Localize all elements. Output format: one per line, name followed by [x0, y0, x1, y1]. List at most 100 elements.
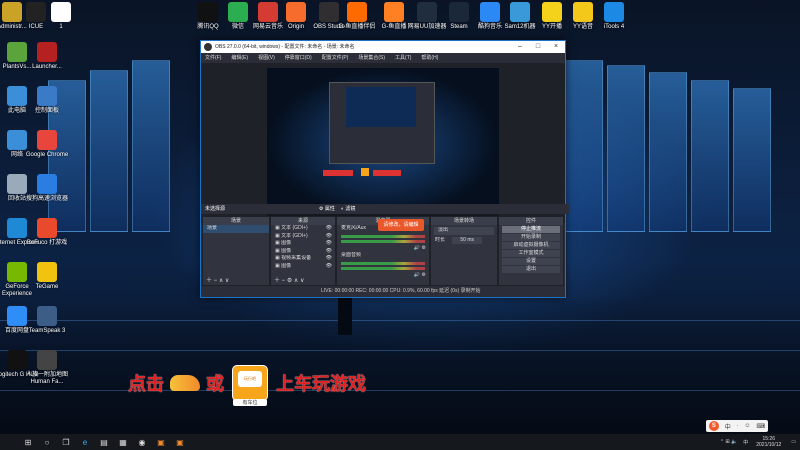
g-live-icon[interactable]: ▣: [172, 434, 188, 450]
sogou-logo-icon[interactable]: S: [708, 421, 719, 431]
source-item[interactable]: ▣ 文本 (GDI+) 👁: [271, 225, 335, 233]
taskbar: ⊞ ○ ❐ e ▤ ▦ ◉ ▣ ▣: [0, 434, 800, 450]
nested-obs-preview: [329, 82, 435, 164]
close-icon[interactable]: ×: [547, 41, 565, 53]
mixer-desktop-label: 桌面音频: [341, 252, 362, 258]
desktop-audio-controls[interactable]: 🔊 ⚙: [337, 272, 429, 280]
g-stream-icon[interactable]: ▣: [153, 434, 169, 450]
obs-title-bar[interactable]: OBS 27.0.0 (64-bit, windows) - 配置文件: 未命名…: [201, 41, 565, 53]
desktop-icon-label: BoFuco 打游戏: [26, 240, 68, 246]
sogou-ime-toolbar[interactable]: S 中 · ☺ ⌨: [706, 420, 768, 432]
scene-controls[interactable]: ＋ − ∧ ∨: [206, 275, 229, 284]
visibility-icon[interactable]: 👁: [326, 248, 332, 256]
desktop-volume-meter: [341, 261, 425, 265]
virtual-camera-button[interactable]: 启动虚拟摄像机: [502, 242, 560, 249]
scenes-header: 场景: [203, 217, 269, 225]
desktop-icon-label: 控制面板: [34, 108, 59, 114]
desktop-icon[interactable]: 控制面板: [22, 86, 72, 115]
desktop-icon[interactable]: iTools 4: [589, 2, 639, 31]
obs-icon[interactable]: ◉: [134, 434, 150, 450]
filters-button[interactable]: ◐ 滤镜: [341, 204, 355, 214]
menu-item[interactable]: 工具(T): [395, 55, 411, 61]
ime-indicator[interactable]: 中: [743, 439, 748, 446]
obs-preview-canvas[interactable]: [267, 68, 499, 218]
chrome-icon: [37, 130, 57, 150]
source-item[interactable]: ▣ 视频采集设备 👁: [271, 255, 335, 263]
maximize-icon[interactable]: □: [529, 41, 547, 53]
task-view-icon[interactable]: ❐: [58, 434, 74, 450]
menu-item[interactable]: 文件(F): [205, 55, 221, 61]
stop-streaming-button[interactable]: 停止推流: [502, 226, 560, 233]
promo-banner[interactable]: 点击 或 玩行吧 有车位 上车玩游戏: [128, 365, 366, 406]
visibility-icon[interactable]: 👁: [326, 233, 332, 241]
studio-mode-button[interactable]: 工作室模式: [502, 250, 560, 257]
notification-icon[interactable]: ▭: [791, 439, 796, 445]
teamspeak-icon: [37, 306, 57, 326]
no-source-selected: 未选择源: [205, 206, 226, 212]
exit-button[interactable]: 退出: [502, 266, 560, 273]
obs-status-bar: LIVE: 00:00:00 REC: 00:00:00 CPU: 0.9%, …: [201, 286, 565, 297]
floor-line: [0, 390, 800, 391]
menu-item[interactable]: 停靠窗口(D): [285, 55, 312, 61]
menu-item[interactable]: 帮助(H): [421, 55, 438, 61]
tray-icons[interactable]: ⌃ ⊞ 🔈: [720, 439, 737, 445]
store-icon[interactable]: ▦: [115, 434, 131, 450]
visibility-icon[interactable]: 👁: [326, 255, 332, 263]
desktop-icon[interactable]: TeamSpeak 3: [22, 306, 72, 335]
obs-preview-area: [201, 63, 565, 223]
window-pane: [132, 60, 170, 232]
desktop-icon[interactable]: BoFuco 打游戏: [22, 218, 72, 247]
emoji-icon[interactable]: ☺: [744, 423, 750, 429]
source-item[interactable]: ▣ 图像 👁: [271, 240, 335, 248]
menu-item[interactable]: 编辑(E): [231, 55, 248, 61]
source-item[interactable]: ▣ 文本 (GDI+) 👁: [271, 233, 335, 241]
search-icon[interactable]: ○: [39, 434, 55, 450]
properties-label: 属性: [324, 206, 335, 212]
duration-input[interactable]: 50 ms: [452, 236, 483, 244]
transition-duration[interactable]: 时长 50 ms: [431, 236, 497, 244]
desktop-icon[interactable]: 1: [36, 2, 86, 31]
file-icon: [51, 2, 71, 22]
sources-header: 来源: [271, 217, 335, 225]
mic-controls[interactable]: 🔊 ⚙: [337, 245, 429, 253]
edge-icon[interactable]: e: [77, 434, 93, 450]
menu-item[interactable]: 场景集合(S): [358, 55, 385, 61]
car-icon[interactable]: [170, 375, 200, 391]
properties-button[interactable]: ⚙ 属性: [319, 204, 335, 214]
source-controls[interactable]: ＋ − ⚙ ∧ ∨: [274, 275, 304, 284]
obs-logo-icon: [204, 43, 212, 51]
visibility-icon[interactable]: 👁: [326, 225, 332, 233]
mic-volume-meter: [341, 234, 425, 238]
menu-item[interactable]: 配置文件(P): [322, 55, 349, 61]
visibility-icon[interactable]: 👁: [326, 240, 332, 248]
ime-mode[interactable]: 中: [725, 422, 731, 431]
menu-item[interactable]: 视图(V): [258, 55, 275, 61]
promo-text-mid: 或: [206, 374, 224, 394]
start-recording-button[interactable]: 开始录制: [502, 234, 560, 241]
minimize-icon[interactable]: –: [511, 41, 529, 53]
keyboard-icon[interactable]: ⌨: [756, 423, 765, 430]
clock-date: 2021/10/12: [756, 442, 782, 448]
scene-item[interactable]: 场景: [203, 225, 269, 233]
file-explorer-icon[interactable]: ▤: [96, 434, 112, 450]
obs-window[interactable]: OBS 27.0.0 (64-bit, windows) - 配置文件: 未命名…: [200, 40, 569, 298]
source-item[interactable]: ▣ 图像 👁: [271, 263, 335, 271]
desktop-icon[interactable]: Launcher...: [22, 42, 72, 71]
transition-select[interactable]: 淡出: [434, 227, 494, 235]
desktop-icon-label: TeamSpeak 3: [28, 328, 66, 334]
itools-icon: [604, 2, 624, 22]
desktop-icon[interactable]: Google Chrome: [22, 130, 72, 159]
windows-start-icon[interactable]: ⊞: [20, 434, 36, 450]
source-item[interactable]: ▣ 图像 👁: [271, 248, 335, 256]
visibility-icon[interactable]: 👁: [326, 263, 332, 271]
scenes-dock: 场景 场景 ＋ − ∧ ∨: [202, 216, 270, 286]
settings-button[interactable]: 设置: [502, 258, 560, 265]
desktop-icon[interactable]: 人族一附加地图 Human Fa...: [22, 350, 72, 386]
desktop-icon[interactable]: TeGame: [22, 262, 72, 291]
desktop-icon[interactable]: 搜狗高速浏览器: [22, 174, 72, 203]
clock[interactable]: 15:26 2021/10/12: [756, 436, 781, 448]
sources-dock: 来源 ▣ 文本 (GDI+) 👁 ▣ 文本 (GDI+) 👁 ▣ 图像 👁 ▣ 图像 👁 ▣ 视…: [270, 216, 336, 286]
window-pane: [649, 72, 687, 232]
ime-punct[interactable]: ·: [737, 423, 739, 429]
seat-badge-icon[interactable]: 玩行吧 有车位: [232, 365, 268, 406]
